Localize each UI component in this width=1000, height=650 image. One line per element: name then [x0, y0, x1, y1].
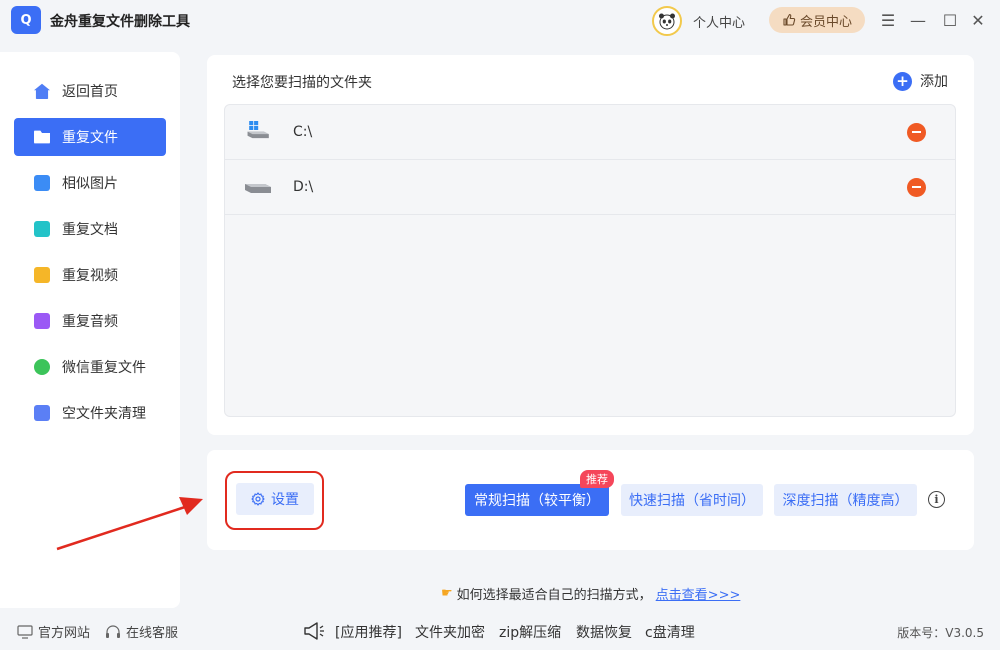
sidebar-item-duplicate-files[interactable]: 重复文件	[14, 118, 166, 156]
deep-scan-button[interactable]: 深度扫描（精度高）	[774, 484, 917, 516]
panda-icon	[659, 13, 675, 30]
headset-icon	[106, 624, 120, 638]
remove-folder-icon[interactable]	[907, 177, 926, 197]
footer: 官方网站 在线客服 [应用推荐] 文件夹加密 zip解压缩 数据恢复 c盘清理 …	[0, 612, 1000, 650]
sidebar-item-empty-folders[interactable]: 空文件夹清理	[14, 394, 166, 432]
sidebar-item-wechat-files[interactable]: 微信重复文件	[14, 348, 166, 386]
official-site-label: 官方网站	[38, 626, 91, 641]
sidebar-item-label: 重复视频	[62, 268, 118, 284]
folder-row: C:\	[225, 105, 955, 160]
app-recommend-label: [应用推荐]	[335, 625, 402, 641]
scan-method-tip: ☛ 如何选择最适合自己的扫描方式， 点击查看>>>	[441, 584, 740, 603]
sidebar-item-label: 重复文件	[62, 130, 118, 146]
folder-path-label: C:\	[293, 124, 313, 140]
sidebar-item-label: 重复音频	[62, 314, 118, 330]
sidebar-item-label: 空文件夹清理	[62, 406, 146, 422]
title-bar: Q 金舟重复文件删除工具 个人中心 会员中心 ☰ — ☐ ✕	[0, 0, 1000, 40]
online-service-label: 在线客服	[126, 626, 179, 641]
sidebar-item-duplicate-documents[interactable]: 重复文档	[14, 210, 166, 248]
vip-center-label: 会员中心	[799, 14, 852, 30]
folder-icon	[34, 130, 50, 144]
quick-scan-button[interactable]: 快速扫描（省时间）	[621, 484, 763, 516]
thumbs-up-icon	[783, 13, 796, 26]
settings-label: 设置	[271, 492, 299, 508]
footer-link-c-drive-clean[interactable]: c盘清理	[645, 622, 695, 642]
folder-path-label: D:\	[293, 179, 314, 195]
tip-view-link[interactable]: 点击查看>>>	[656, 584, 741, 603]
document-icon	[34, 221, 50, 237]
official-site-link[interactable]: 官方网站	[17, 622, 90, 641]
sidebar-item-label: 返回首页	[62, 84, 118, 100]
video-icon	[34, 267, 50, 283]
home-icon	[34, 83, 50, 99]
empty-folder-icon	[34, 405, 50, 421]
recommend-badge: 推荐	[580, 470, 614, 488]
sidebar-item-home[interactable]: 返回首页	[14, 72, 166, 110]
sidebar-item-similar-images[interactable]: 相似图片	[14, 164, 166, 202]
minimize-icon[interactable]: —	[908, 10, 928, 30]
scan-panel: 设置 常规扫描（较平衡） 推荐 快速扫描（省时间） 深度扫描（精度高） i	[207, 450, 974, 550]
footer-link-data-recovery[interactable]: 数据恢复	[576, 622, 632, 642]
gear-icon	[251, 492, 265, 506]
user-avatar[interactable]	[652, 6, 682, 36]
megaphone-icon	[304, 622, 324, 640]
add-folder-label: 添加	[920, 74, 948, 90]
version-label: 版本号：V3.0.5	[897, 626, 984, 640]
windows-drive-icon	[247, 121, 269, 139]
menu-icon[interactable]: ☰	[878, 10, 898, 30]
folder-panel-title: 选择您要扫描的文件夹	[232, 75, 372, 91]
footer-link-folder-encrypt[interactable]: 文件夹加密	[415, 622, 485, 642]
add-folder-button[interactable]: + 添加	[893, 71, 948, 91]
info-icon[interactable]: i	[928, 491, 945, 508]
normal-scan-button[interactable]: 常规扫描（较平衡）	[465, 484, 609, 516]
folder-panel: 选择您要扫描的文件夹 + 添加 C:\ D:\	[207, 55, 974, 435]
folder-list: C:\ D:\	[224, 104, 956, 417]
app-logo-icon: Q	[11, 6, 41, 34]
plus-icon: +	[893, 71, 912, 91]
sidebar-item-duplicate-audio[interactable]: 重复音频	[14, 302, 166, 340]
sidebar-item-label: 重复文档	[62, 222, 118, 238]
sidebar-item-label: 相似图片	[62, 176, 118, 192]
footer-link-zip[interactable]: zip解压缩	[499, 622, 561, 642]
maximize-icon[interactable]: ☐	[940, 10, 960, 30]
wechat-icon	[34, 359, 50, 375]
sidebar-item-label: 微信重复文件	[62, 360, 146, 376]
image-icon	[34, 175, 50, 191]
drive-icon	[245, 184, 271, 193]
pointing-hand-icon: ☛	[441, 586, 453, 601]
tip-text: 如何选择最适合自己的扫描方式，	[456, 588, 652, 603]
folder-row: D:\	[225, 160, 955, 215]
vip-center-button[interactable]: 会员中心	[769, 7, 865, 33]
monitor-icon	[17, 624, 33, 639]
user-center-link[interactable]: 个人中心	[693, 12, 745, 31]
remove-folder-icon[interactable]	[907, 122, 926, 142]
close-icon[interactable]: ✕	[968, 10, 988, 30]
audio-icon	[34, 313, 50, 329]
app-title: 金舟重复文件删除工具	[50, 14, 190, 30]
sidebar-item-duplicate-videos[interactable]: 重复视频	[14, 256, 166, 294]
online-service-link[interactable]: 在线客服	[105, 622, 178, 641]
settings-button[interactable]: 设置	[236, 483, 314, 515]
annotation-arrow-icon	[56, 497, 203, 551]
